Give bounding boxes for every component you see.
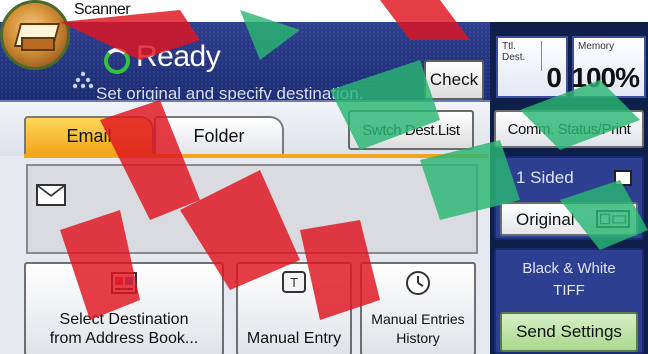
original-label: Original — [516, 210, 575, 229]
ready-indicator-icon — [104, 48, 130, 74]
manual-entry-button[interactable]: T Manual Entry — [236, 262, 352, 354]
comm-status-print-button[interactable]: Comm. Status/Print — [494, 110, 644, 148]
history-label-line1: Manual Entries — [371, 311, 465, 327]
original-orientation-icon — [596, 210, 630, 228]
history-label-line2: History — [396, 330, 440, 346]
switch-destination-list-button[interactable]: Swtch Dest.List — [348, 110, 474, 150]
memory-label: Memory — [578, 41, 615, 52]
memory-counter: Memory 100% — [571, 36, 646, 98]
send-settings-button[interactable]: Send Settings — [500, 312, 638, 352]
scanner-activity-icon — [72, 71, 94, 89]
destination-field[interactable] — [26, 164, 478, 254]
tabs-row: Email Folder Swtch Dest.List — [0, 102, 490, 156]
title-bar: Scanner — [0, 0, 648, 22]
scanner-screen: Scanner Ready Set original and specify d… — [0, 0, 648, 354]
original-button[interactable]: Original — [500, 202, 638, 236]
total-destinations-label: Ttl. Dest. — [502, 41, 542, 71]
tab-underline — [24, 154, 488, 158]
clock-icon — [406, 271, 430, 295]
original-settings-panel: 1 Sided Original — [494, 156, 644, 240]
manual-entries-history-button[interactable]: Manual Entries History — [360, 262, 476, 354]
scanner-icon — [0, 0, 70, 70]
check-button[interactable]: Check — [424, 60, 484, 100]
one-sided-icon — [614, 170, 632, 186]
svg-text:T: T — [289, 276, 298, 290]
destination-panel: Email Folder Swtch Dest.List Select Dest… — [0, 100, 490, 354]
envelope-icon — [36, 184, 66, 206]
tab-folder[interactable]: Folder — [154, 116, 284, 154]
keyboard-entry-icon: T — [282, 271, 306, 293]
color-mode-setting: Black & White — [522, 260, 616, 277]
address-book-icon — [111, 272, 137, 294]
status-band: Ready Set original and specify destinati… — [0, 22, 490, 103]
total-destinations-counter: Ttl. Dest. 0 — [496, 36, 568, 98]
manual-entry-label: Manual Entry — [246, 330, 342, 347]
app-title: Scanner — [74, 1, 131, 18]
tab-email[interactable]: Email — [24, 116, 154, 154]
machine-status: Ready — [136, 40, 221, 73]
sides-setting[interactable]: 1 Sided — [516, 168, 574, 188]
memory-value: 100% — [571, 62, 640, 93]
scan-settings-panel: Black & White TIFF Send Settings — [494, 248, 644, 354]
address-book-label-line2: from Address Book... — [49, 330, 199, 347]
select-from-address-book-button[interactable]: Select Destination from Address Book... — [24, 262, 224, 354]
total-destinations-value: 0 — [546, 62, 562, 93]
file-type-setting: TIFF — [553, 282, 585, 299]
address-book-label-line1: Select Destination — [59, 311, 189, 328]
